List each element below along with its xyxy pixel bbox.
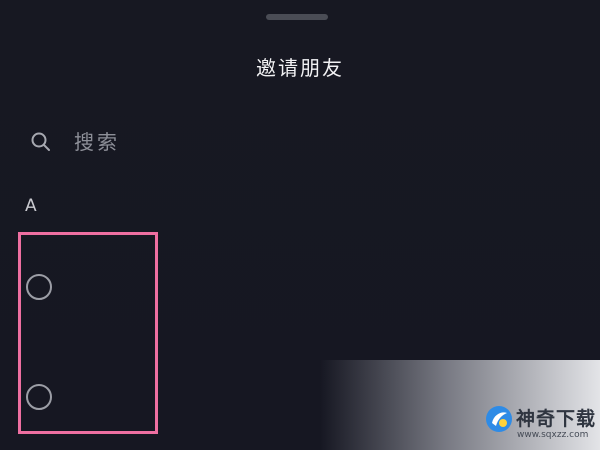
watermark-url: www.sqxzz.com (517, 430, 589, 440)
contact-select-radio[interactable] (26, 384, 52, 410)
watermark-brand: 神奇下载 (516, 408, 597, 430)
search-bar[interactable] (30, 124, 274, 160)
page-title: 邀请朋友 (256, 56, 344, 80)
section-index-letter: A (25, 196, 37, 216)
search-input[interactable] (74, 130, 274, 154)
sheet-grab-handle[interactable] (266, 14, 328, 20)
contact-select-radio[interactable] (26, 274, 52, 300)
search-icon (31, 132, 50, 151)
site-watermark: 神奇下载 www.sqxzz.com (480, 398, 600, 450)
watermark-logo-icon (486, 406, 512, 432)
